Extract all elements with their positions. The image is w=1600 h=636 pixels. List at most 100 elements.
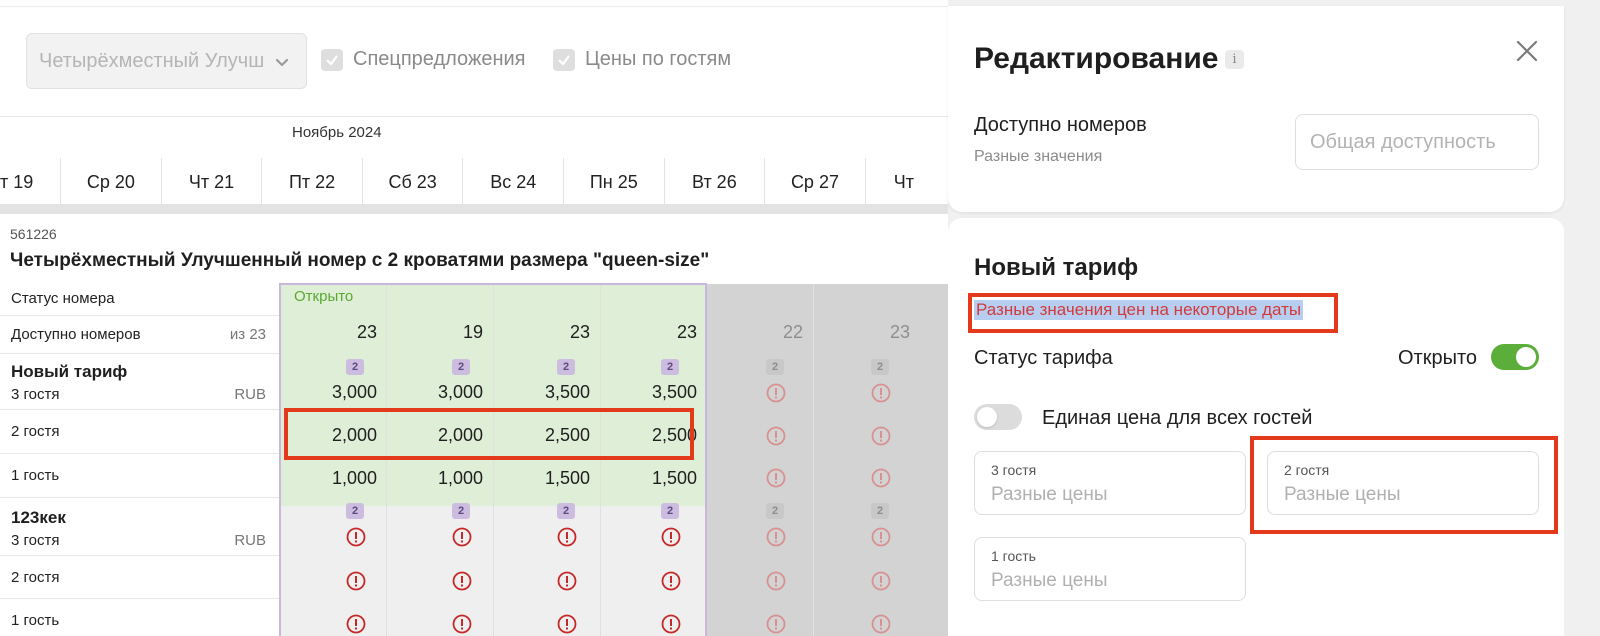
availability-cell[interactable]: 23 — [813, 322, 920, 343]
price-cell[interactable]: 1,500 — [493, 468, 600, 489]
day-header: Пт 22 — [262, 158, 363, 206]
warning-icon[interactable] — [452, 527, 472, 547]
availability-cell[interactable]: 19 — [386, 322, 493, 343]
guest-count-label: 2 гостя — [11, 569, 60, 586]
filter-bar: Четырёхместный Улучшенный Спецпредложени… — [0, 0, 968, 117]
availability-cell[interactable]: 23 — [493, 322, 600, 343]
guest-count-label: 3 гостя — [11, 532, 60, 549]
panel-title: Редактирование — [974, 42, 1219, 75]
annotation-highlight-box — [1250, 436, 1558, 534]
warning-icon[interactable] — [871, 527, 891, 547]
checkmark-icon — [321, 48, 343, 71]
guest-count-label: 1 гость — [11, 467, 60, 484]
warning-icon[interactable] — [871, 614, 891, 634]
min-stay-badge: 2 — [452, 503, 470, 519]
unified-price-label: Единая цена для всех гостей — [1042, 407, 1313, 429]
warning-icon[interactable] — [766, 468, 786, 488]
toggle-knob — [1516, 347, 1536, 367]
price-cell[interactable]: 3,000 — [386, 382, 493, 403]
price-cell[interactable]: 1,000 — [386, 468, 493, 489]
min-stay-badge: 2 — [346, 503, 364, 519]
unified-price-toggle[interactable] — [974, 404, 1022, 430]
warning-icon[interactable] — [871, 383, 891, 403]
price-field-3-guests[interactable]: 3 гостя Разные цены — [974, 451, 1246, 515]
min-stay-badge: 2 — [766, 359, 784, 375]
rate-status-value: Открыто — [1398, 347, 1478, 369]
info-icon[interactable]: i — [1225, 50, 1244, 69]
warning-icon[interactable] — [661, 571, 681, 591]
warning-icon[interactable] — [452, 571, 472, 591]
room-name: Четырёхместный Улучшенный номер с 2 кров… — [10, 250, 710, 271]
availability-cell[interactable]: 23 — [600, 322, 707, 343]
day-header: Ср 27 — [765, 158, 866, 206]
special-offers-label: Спецпредложения — [353, 48, 526, 70]
warning-icon[interactable] — [557, 571, 577, 591]
warning-icon[interactable] — [557, 614, 577, 634]
available-label: Доступно номеров — [974, 114, 1147, 136]
checkmark-icon — [553, 48, 575, 71]
room-type-select[interactable]: Четырёхместный Улучшенный — [26, 33, 307, 89]
prices-by-guests-checkbox[interactable]: Цены по гостям — [553, 48, 731, 71]
warning-icon[interactable] — [871, 426, 891, 446]
rate-status-toggle[interactable] — [1491, 344, 1539, 370]
min-stay-badge: 2 — [766, 503, 784, 519]
guest-count-label: 2 гостя — [11, 423, 60, 440]
price-cell[interactable]: 3,500 — [600, 382, 707, 403]
annotation-highlight-box — [968, 293, 1338, 333]
annotation-highlight-box — [284, 408, 694, 460]
chevron-down-icon — [275, 58, 289, 67]
warning-icon[interactable] — [661, 614, 681, 634]
room-status-row-label: Статус номера — [0, 284, 280, 316]
availability-cell[interactable]: 23 — [280, 322, 387, 343]
month-label: Ноябрь 2024 — [292, 124, 382, 141]
availability-input[interactable]: Общая доступность — [1295, 114, 1539, 170]
min-stay-badge: 2 — [661, 503, 679, 519]
toggle-knob — [977, 407, 997, 427]
availability-cell[interactable]: 22 — [706, 322, 813, 343]
min-stay-badge: 2 — [871, 503, 889, 519]
rate-row-label[interactable]: 123кек 3 гостя RUB — [0, 498, 280, 556]
day-header: Вс 24 — [463, 158, 565, 206]
currency-label: RUB — [234, 532, 266, 549]
warning-icon[interactable] — [557, 527, 577, 547]
warning-icon[interactable] — [346, 614, 366, 634]
guest-row-label: 2 гостя — [0, 410, 280, 454]
price-grid: Открыто 23 19 23 23 22 23 2 2 2 2 2 2 3,… — [279, 283, 968, 636]
edit-panel: Редактирование i Доступно номеров Разные… — [948, 0, 1600, 636]
rate-title: Новый тариф — [974, 254, 1139, 281]
warning-icon[interactable] — [766, 571, 786, 591]
availability-card: Редактирование i Доступно номеров Разные… — [948, 6, 1564, 212]
currency-label: RUB — [234, 386, 266, 403]
room-status-value: Открыто — [294, 288, 354, 305]
day-header: Пн 25 — [564, 158, 665, 206]
warning-icon[interactable] — [766, 527, 786, 547]
min-stay-badge: 2 — [346, 359, 364, 375]
warning-icon[interactable] — [871, 468, 891, 488]
field-caption: 3 гостя — [991, 462, 1037, 478]
price-cell[interactable]: 3,000 — [280, 382, 387, 403]
warning-icon[interactable] — [346, 571, 366, 591]
price-cell[interactable]: 1,000 — [280, 468, 387, 489]
prices-by-guests-label: Цены по гостям — [585, 48, 732, 70]
warning-icon[interactable] — [766, 426, 786, 446]
special-offers-checkbox[interactable]: Спецпредложения — [321, 48, 526, 71]
min-stay-badge: 2 — [661, 359, 679, 375]
warning-icon[interactable] — [766, 614, 786, 634]
rate-card: Новый тариф Разные значения цен на некот… — [948, 218, 1564, 636]
available-of: из 23 — [229, 326, 266, 343]
warning-icon[interactable] — [661, 527, 681, 547]
warning-icon[interactable] — [346, 527, 366, 547]
warning-icon[interactable] — [766, 383, 786, 403]
rate-name: 123кек — [11, 508, 66, 527]
close-icon[interactable] — [1512, 36, 1542, 66]
guest-row-label: 1 гость — [0, 599, 280, 636]
warning-icon[interactable] — [871, 571, 891, 591]
warning-icon[interactable] — [452, 614, 472, 634]
min-stay-badge: 2 — [871, 359, 889, 375]
day-header: Ср 20 — [61, 158, 162, 206]
price-cell[interactable]: 1,500 — [600, 468, 707, 489]
price-field-1-guest[interactable]: 1 гость Разные цены — [974, 537, 1246, 601]
price-cell[interactable]: 3,500 — [493, 382, 600, 403]
rate-row-label[interactable]: Новый тариф 3 гостя RUB — [0, 354, 280, 410]
available-sub: Разные значения — [974, 148, 1103, 165]
